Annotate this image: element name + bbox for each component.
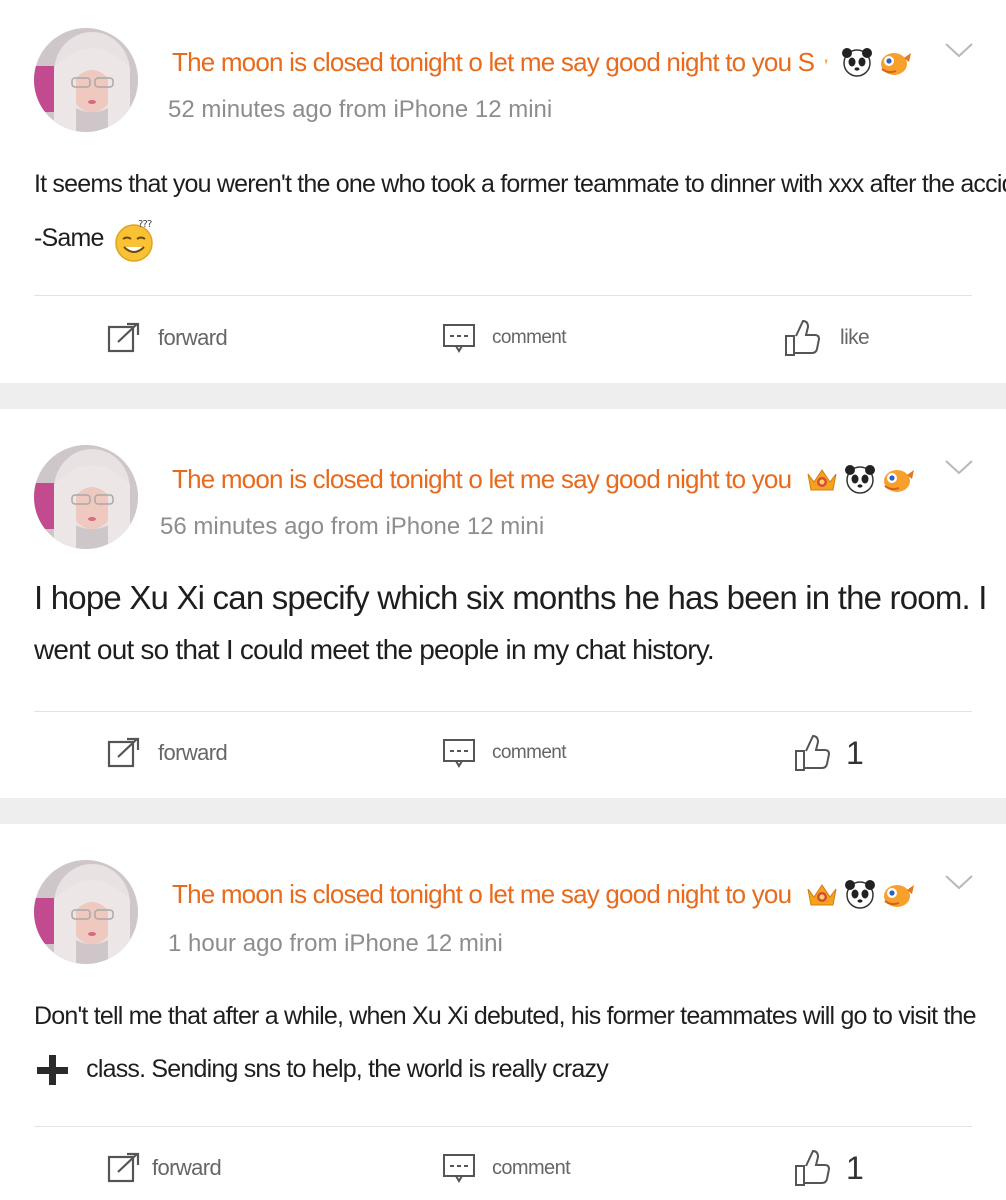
- forward-icon: [107, 322, 140, 353]
- panda-badge-icon: [845, 465, 876, 494]
- comment-button[interactable]: comment: [442, 314, 567, 362]
- orange-bird-badge-icon: [884, 885, 915, 907]
- comment-label: comment: [492, 742, 567, 763]
- divider: [34, 1126, 972, 1127]
- crown-badge-icon: [807, 469, 837, 491]
- action-bar: forward comment 1: [0, 729, 1006, 777]
- like-button[interactable]: 1: [794, 729, 864, 777]
- avatar[interactable]: [34, 28, 138, 132]
- comment-icon: [443, 1154, 475, 1183]
- post-meta: 56 minutes ago from iPhone 12 mini: [160, 513, 545, 540]
- avatar[interactable]: [34, 860, 138, 964]
- like-icon: [785, 319, 820, 356]
- like-count: 1: [846, 1149, 864, 1186]
- like-button[interactable]: like: [784, 314, 870, 362]
- content-line: I hope Xu Xi can specify which six month…: [34, 579, 987, 616]
- plus-icon: [37, 1055, 68, 1086]
- post-separator: [0, 383, 1006, 409]
- content-line: It seems that you weren't the one who to…: [34, 170, 1006, 198]
- like-icon: [795, 1149, 830, 1186]
- forward-label: forward: [158, 740, 228, 765]
- content-line: class. Sending sns to help, the world is…: [34, 1042, 976, 1096]
- chevron-down-icon[interactable]: [944, 457, 974, 477]
- forward-button[interactable]: forward: [106, 1144, 222, 1192]
- comment-label: comment: [492, 327, 567, 348]
- like-icon: [795, 734, 830, 771]
- content-text: class. Sending sns to help, the world is…: [86, 1055, 609, 1083]
- like-label: like: [840, 326, 870, 349]
- post-2: The moon is closed tonight o let me say …: [0, 409, 1006, 798]
- divider: [34, 711, 972, 712]
- content-line: went out so that I could meet the people…: [34, 634, 715, 665]
- username-row: The moon is closed tonight o let me say …: [172, 461, 915, 497]
- post-3: The moon is closed tonight o let me say …: [0, 824, 1006, 1200]
- content-line: Don't tell me that after a while, when X…: [34, 1002, 977, 1030]
- content-text: -Same: [34, 224, 104, 252]
- comment-icon: [443, 324, 475, 353]
- smile-emoji-icon: ???: [115, 219, 153, 263]
- content-line: -Same ???: [34, 210, 976, 266]
- chevron-down-icon[interactable]: [944, 40, 974, 60]
- comment-label: comment: [492, 1156, 571, 1179]
- divider: [34, 295, 972, 296]
- vip-badge-icon: [824, 59, 828, 66]
- avatar[interactable]: [34, 445, 138, 549]
- crown-badge-icon: [807, 884, 837, 906]
- username[interactable]: The moon is closed tonight o let me say …: [172, 879, 792, 910]
- username-row: The moon is closed tonight o let me say …: [172, 44, 912, 80]
- username[interactable]: The moon is closed tonight o let me say …: [172, 464, 792, 495]
- post-content: It seems that you weren't the one who to…: [34, 164, 1006, 266]
- orange-bird-badge-icon: [884, 470, 915, 492]
- username-row: The moon is closed tonight o let me say …: [172, 876, 915, 912]
- forward-button[interactable]: forward: [106, 314, 228, 362]
- badge-group: [824, 45, 912, 79]
- forward-label: forward: [158, 325, 228, 350]
- forward-icon: [107, 1152, 140, 1183]
- panda-badge-icon: [842, 48, 873, 77]
- comment-button[interactable]: comment: [442, 729, 567, 777]
- chevron-down-icon[interactable]: [944, 872, 974, 892]
- forward-button[interactable]: forward: [106, 729, 228, 777]
- like-count: 1: [846, 734, 864, 771]
- post-content: I hope Xu Xi can specify which six month…: [34, 573, 987, 677]
- comment-button[interactable]: comment: [442, 1144, 571, 1192]
- action-bar: forward comment 1: [0, 1144, 1006, 1192]
- panda-badge-icon: [845, 880, 876, 909]
- forward-icon: [107, 737, 140, 768]
- post-content: Don't tell me that after a while, when X…: [34, 992, 977, 1096]
- post-meta: 52 minutes ago from iPhone 12 mini: [168, 96, 553, 123]
- badge-group: [805, 877, 915, 911]
- username[interactable]: The moon is closed tonight o let me say …: [172, 47, 815, 78]
- post-1: The moon is closed tonight o let me say …: [0, 0, 1006, 383]
- post-meta: 1 hour ago from iPhone 12 mini: [168, 930, 503, 957]
- badge-group: [805, 462, 915, 496]
- post-separator: [0, 798, 1006, 824]
- orange-bird-badge-icon: [881, 53, 912, 75]
- forward-label: forward: [152, 1155, 222, 1180]
- comment-icon: [443, 739, 475, 768]
- action-bar: forward comment like: [0, 314, 1006, 362]
- like-button[interactable]: 1: [794, 1144, 864, 1192]
- svg-text:???: ???: [138, 219, 152, 230]
